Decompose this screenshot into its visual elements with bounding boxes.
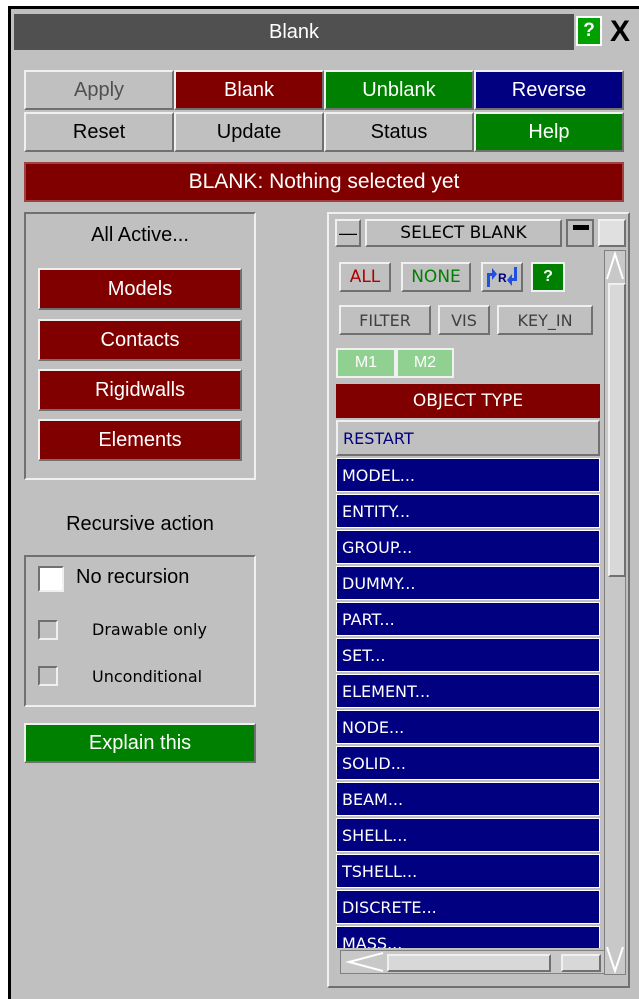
list-item-beam[interactable]: BEAM... (336, 782, 600, 816)
minimize-icon[interactable] (566, 219, 594, 247)
rigidwalls-button[interactable]: Rigidwalls (38, 369, 242, 411)
reverse-selection-icon[interactable]: R (481, 262, 523, 292)
object-type-header: OBJECT TYPE (336, 384, 600, 418)
no-recursion-checkbox[interactable] (38, 566, 64, 592)
horizontal-scrollbar[interactable] (340, 950, 605, 974)
contacts-button[interactable]: Contacts (38, 319, 242, 361)
vis-button[interactable]: VIS (438, 305, 490, 335)
list-item-tshell[interactable]: TSHELL... (336, 854, 600, 888)
list-item-solid[interactable]: SOLID... (336, 746, 600, 780)
elements-button[interactable]: Elements (38, 419, 242, 461)
recursive-title: Recursive action (66, 513, 214, 535)
list-item-part[interactable]: PART... (336, 602, 600, 636)
list-item-set[interactable]: SET... (336, 638, 600, 672)
restart-button[interactable]: RESTART (336, 420, 600, 456)
apply-button[interactable]: Apply (24, 70, 174, 110)
status-button[interactable]: Status (324, 112, 474, 152)
svg-text:R: R (498, 271, 507, 285)
list-item-mass[interactable]: MASS... (336, 926, 600, 948)
scroll-right-button[interactable] (561, 954, 601, 972)
select-none-button[interactable]: NONE (401, 262, 471, 292)
blank-button[interactable]: Blank (174, 70, 324, 110)
list-item-shell[interactable]: SHELL... (336, 818, 600, 852)
horizontal-scroll-thumb[interactable] (387, 954, 551, 972)
models-button[interactable]: Models (38, 268, 242, 310)
list-item-element[interactable]: ELEMENT... (336, 674, 600, 708)
filter-button[interactable]: FILTER (339, 305, 431, 335)
list-item-model[interactable]: MODEL... (336, 458, 600, 492)
list-item-node[interactable]: NODE... (336, 710, 600, 744)
close-icon[interactable]: X (606, 14, 634, 50)
window-title: Blank (14, 14, 574, 50)
select-blank-title[interactable]: SELECT BLANK (365, 219, 562, 247)
status-message: BLANK: Nothing selected yet (24, 162, 624, 202)
list-item-discrete[interactable]: DISCRETE... (336, 890, 600, 924)
unconditional-checkbox[interactable] (38, 666, 58, 686)
key-in-button[interactable]: KEY_IN (497, 305, 593, 335)
list-item-entity[interactable]: ENTITY... (336, 494, 600, 528)
model-tab-m1[interactable]: M1 (336, 348, 396, 378)
all-active-title: All Active... (91, 224, 189, 246)
explain-button[interactable]: Explain this (24, 723, 256, 763)
select-all-button[interactable]: ALL (339, 262, 391, 292)
help-icon[interactable]: ? (576, 16, 602, 46)
no-recursion-label: No recursion (76, 566, 190, 588)
list-item-dummy[interactable]: DUMMY... (336, 566, 600, 600)
help-button[interactable]: Help (474, 112, 624, 152)
drawable-only-checkbox[interactable] (38, 620, 58, 640)
list-item-group[interactable]: GROUP... (336, 530, 600, 564)
drawable-only-label: Drawable only (92, 620, 207, 639)
model-tab-m2[interactable]: M2 (396, 348, 454, 378)
object-type-list: MODEL... ENTITY... GROUP... DUMMY... PAR… (336, 458, 600, 948)
update-button[interactable]: Update (174, 112, 324, 152)
vertical-scrollbar[interactable] (604, 250, 626, 975)
maximize-icon[interactable] (598, 219, 626, 247)
unconditional-label: Unconditional (92, 667, 203, 686)
reset-button[interactable]: Reset (24, 112, 174, 152)
vertical-scroll-thumb[interactable] (608, 283, 626, 577)
reverse-button[interactable]: Reverse (474, 70, 624, 110)
collapse-button[interactable]: — (335, 219, 361, 247)
unblank-button[interactable]: Unblank (324, 70, 474, 110)
select-help-button[interactable]: ? (531, 262, 565, 292)
